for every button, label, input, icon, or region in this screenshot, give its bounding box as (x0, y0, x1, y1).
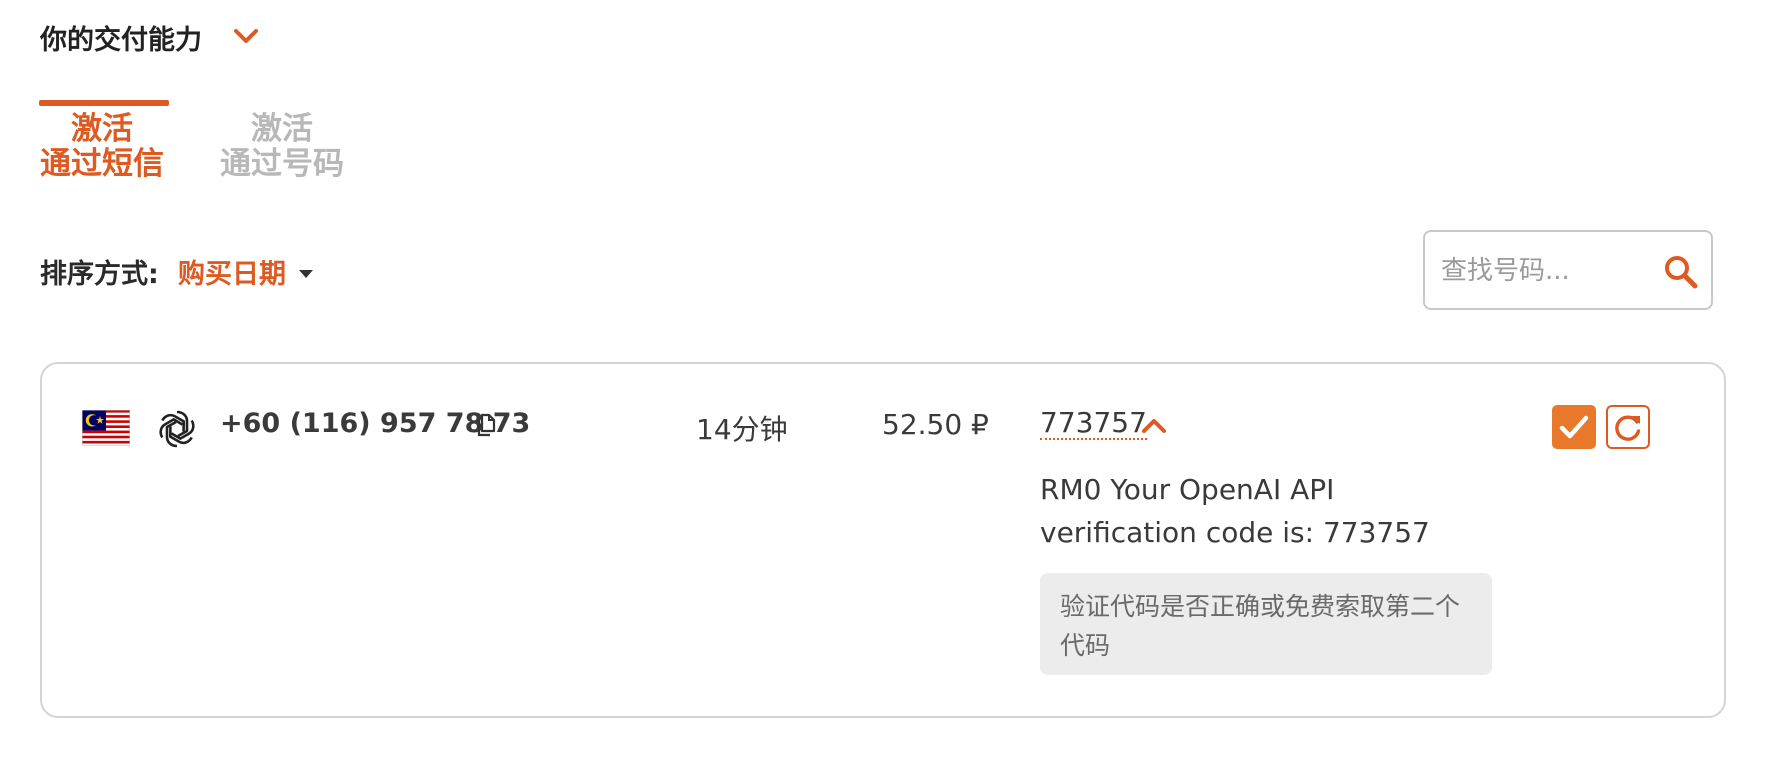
caret-down-icon[interactable] (299, 264, 313, 278)
search-box (1423, 230, 1713, 310)
tab-label-line1: 激活 (251, 111, 313, 147)
refresh-icon (1615, 415, 1641, 441)
search-input[interactable] (1441, 252, 1651, 290)
active-tab-indicator (39, 100, 169, 106)
tab-label-line2: 通过号码 (220, 146, 344, 182)
verification-hint: 验证代码是否正确或免费索取第二个代码 (1040, 573, 1492, 675)
check-icon (1559, 415, 1589, 439)
sort-label: 排序方式: (40, 259, 159, 290)
malaysia-flag-icon (81, 409, 131, 447)
confirm-button[interactable] (1552, 405, 1596, 449)
openai-icon (154, 406, 200, 452)
time-remaining: 14分钟 (696, 413, 788, 446)
section-title: 你的交付能力 (40, 25, 202, 56)
tab-activation-number[interactable]: 激活 通过号码 (212, 112, 352, 182)
tab-activation-sms[interactable]: 激活 通过短信 (32, 112, 172, 182)
sms-code[interactable]: 773757 (1040, 408, 1147, 440)
sort-dropdown[interactable]: 购买日期 (178, 252, 286, 291)
sms-message-text: RM0 Your OpenAI API verification code is… (1040, 473, 1430, 549)
refresh-button[interactable] (1606, 405, 1650, 449)
tab-label-line2: 通过短信 (40, 146, 164, 182)
price: 52.50 ₽ (882, 408, 989, 441)
search-icon[interactable] (1663, 254, 1699, 290)
chevron-down-icon[interactable] (232, 26, 260, 46)
tab-label-line1: 激活 (71, 111, 133, 147)
copy-icon[interactable] (477, 412, 499, 438)
chevron-up-icon[interactable] (1140, 416, 1168, 436)
